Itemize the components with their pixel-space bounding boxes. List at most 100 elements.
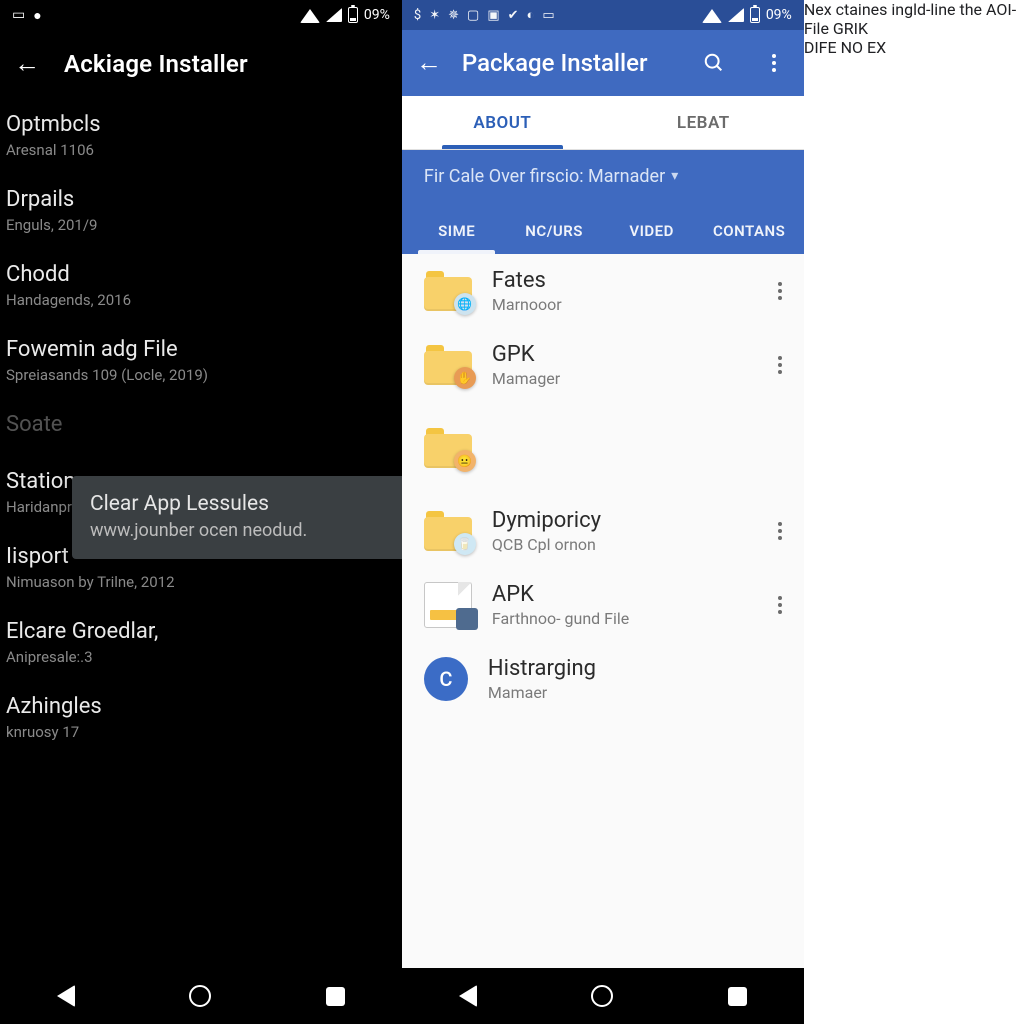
row-overflow-icon[interactable] bbox=[766, 596, 794, 614]
nav-recents-icon[interactable] bbox=[728, 987, 747, 1006]
list-item[interactable]: Azhingles knruosy 17 bbox=[0, 680, 402, 755]
list-item[interactable]: Drpails Enguls, 201/9 bbox=[0, 173, 402, 248]
file-row[interactable]: 🥛 Dymiporicy QCB Cpl ornon bbox=[402, 494, 804, 568]
tab-vided[interactable]: VIDED bbox=[603, 222, 700, 254]
file-row[interactable]: ✋ GPK Mamager bbox=[402, 328, 804, 402]
folder-icon: ✋ bbox=[424, 345, 472, 385]
battery-text: 09% bbox=[364, 7, 390, 23]
status-right-icons: 09% bbox=[300, 7, 390, 23]
list-item[interactable]: Soate bbox=[0, 398, 402, 455]
item-primary: Chodd bbox=[6, 262, 384, 287]
confirm-dialog: Nex ctaines ingld-line the AOI- File GRI… bbox=[804, 0, 1024, 1024]
phone-right-light: $ ✶ ✵ ▢ ▣ ✔ ◐ ▭ 09% ← Package Installer … bbox=[402, 0, 804, 1024]
toast-title: Clear App Lessules bbox=[90, 492, 402, 516]
tab-sime[interactable]: SIME bbox=[408, 222, 505, 254]
search-icon[interactable] bbox=[694, 43, 734, 83]
globe-badge-icon: 🌐 bbox=[454, 293, 476, 315]
battery-text: 09% bbox=[766, 7, 792, 23]
chevron-down-icon: ▾ bbox=[671, 168, 678, 184]
apk-file-icon bbox=[424, 582, 472, 628]
file-name: Dymiporicy bbox=[492, 508, 746, 533]
volume-icon: ◐ bbox=[527, 7, 535, 23]
dialog-button-no[interactable]: NO bbox=[841, 38, 863, 57]
tab-lebat[interactable]: LEBAT bbox=[603, 96, 804, 149]
toast-snackbar: Clear App Lessules www.jounber ocen neod… bbox=[72, 476, 420, 559]
list-item[interactable]: Elcare Groedlar, Anipresale:.3 bbox=[0, 605, 402, 680]
check-circle-icon: ✔ bbox=[508, 8, 519, 23]
item-secondary: Aresnal 1106 bbox=[6, 141, 384, 159]
item-primary: Azhingles bbox=[6, 694, 384, 719]
tab-about[interactable]: ABOUT bbox=[402, 96, 603, 149]
tabs-primary: ABOUT LEBAT bbox=[402, 96, 804, 150]
status-right-icons: 09% bbox=[702, 7, 792, 23]
file-list[interactable]: 🌐 Fates Marnooor ✋ GPK Mamager 😐 bbox=[402, 254, 804, 968]
letter-avatar-icon: C bbox=[424, 657, 468, 701]
item-primary: Drpails bbox=[6, 187, 384, 212]
phone-left-dark: ▭ ● 09% ← Ackiage Installer Optmbcls Are… bbox=[0, 0, 402, 1024]
wifi-icon bbox=[702, 9, 722, 23]
item-secondary: Anipresale:.3 bbox=[6, 648, 384, 666]
dialog-button-dife[interactable]: DIFE bbox=[804, 38, 837, 57]
file-row[interactable]: C Histrarging Mamaer bbox=[402, 642, 804, 716]
file-sub: Mamager bbox=[492, 369, 746, 388]
signal-icon bbox=[326, 8, 342, 22]
signal-icon bbox=[728, 8, 744, 22]
file-name: GPK bbox=[492, 342, 746, 367]
back-arrow-icon[interactable]: ← bbox=[14, 51, 40, 77]
tab-ncurs[interactable]: NC/URS bbox=[505, 222, 602, 254]
battery-icon bbox=[348, 7, 358, 23]
breadcrumb-dropdown[interactable]: Fir Cale Over firscio: Marnader ▾ bbox=[402, 150, 804, 202]
list-item[interactable]: Optmbcls Aresnal 1106 bbox=[0, 98, 402, 173]
file-sub: Farthnoo- gund File bbox=[492, 609, 746, 628]
file-name: APK bbox=[492, 582, 746, 607]
overflow-menu-icon[interactable] bbox=[754, 43, 794, 83]
dialog-button-ex[interactable]: EX bbox=[867, 38, 886, 57]
nav-home-icon[interactable] bbox=[189, 985, 211, 1007]
item-primary: Soate bbox=[6, 412, 384, 437]
app-bar: ← Ackiage Installer bbox=[0, 30, 402, 98]
back-arrow-icon[interactable]: ← bbox=[416, 50, 442, 76]
nav-back-icon[interactable] bbox=[459, 985, 477, 1007]
star-icon: ✶ bbox=[429, 8, 440, 23]
wifi-icon bbox=[300, 9, 320, 23]
box-icon: ▭ bbox=[542, 8, 554, 23]
nav-bar bbox=[402, 968, 804, 1024]
row-overflow-icon[interactable] bbox=[766, 522, 794, 540]
item-primary: Optmbcls bbox=[6, 112, 384, 137]
folder-icon: 🌐 bbox=[424, 271, 472, 311]
item-secondary: Nimuason by Trilne, 2012 bbox=[6, 573, 384, 591]
file-row[interactable]: 🌐 Fates Marnooor bbox=[402, 254, 804, 328]
nav-recents-icon[interactable] bbox=[326, 987, 345, 1006]
status-left-icons: ▭ ● bbox=[12, 7, 42, 24]
square-icon: ▣ bbox=[487, 8, 499, 23]
cup-badge-icon: 🥛 bbox=[454, 533, 476, 555]
dialog-message: Nex ctaines ingld-line the AOI- File GRI… bbox=[804, 0, 1024, 38]
hand-badge-icon: ✋ bbox=[454, 367, 476, 389]
tabs-secondary: SIME NC/URS VIDED CONTANS bbox=[402, 202, 804, 254]
nav-bar bbox=[0, 968, 402, 1024]
nav-home-icon[interactable] bbox=[591, 985, 613, 1007]
item-secondary: knruosy 17 bbox=[6, 723, 384, 741]
file-sub: QCB Cpl ornon bbox=[492, 535, 746, 554]
file-name: Histrarging bbox=[488, 656, 794, 681]
item-secondary: Handagends, 2016 bbox=[6, 291, 384, 309]
tab-contans[interactable]: CONTANS bbox=[700, 222, 797, 254]
status-left-icons: $ ✶ ✵ ▢ ▣ ✔ ◐ ▭ bbox=[414, 7, 555, 23]
battery-icon bbox=[750, 7, 760, 23]
file-row[interactable]: 😐 bbox=[402, 402, 804, 494]
file-sub: Marnooor bbox=[492, 295, 746, 314]
row-overflow-icon[interactable] bbox=[766, 356, 794, 374]
nav-back-icon[interactable] bbox=[57, 985, 75, 1007]
list-item[interactable]: Fowemin adg File Spreiasands 109 (Locle,… bbox=[0, 323, 402, 398]
star-alt-icon: ✵ bbox=[448, 8, 459, 23]
dot-icon: ● bbox=[33, 7, 41, 24]
face-badge-icon: 😐 bbox=[454, 450, 476, 472]
item-primary: Elcare Groedlar, bbox=[6, 619, 384, 644]
item-primary: Fowemin adg File bbox=[6, 337, 384, 362]
folder-icon: 🥛 bbox=[424, 511, 472, 551]
list-item[interactable]: Chodd Handagends, 2016 bbox=[0, 248, 402, 323]
currency-icon: $ bbox=[414, 8, 421, 23]
row-overflow-icon[interactable] bbox=[766, 282, 794, 300]
file-row[interactable]: APK Farthnoo- gund File bbox=[402, 568, 804, 642]
status-bar: ▭ ● 09% bbox=[0, 0, 402, 30]
